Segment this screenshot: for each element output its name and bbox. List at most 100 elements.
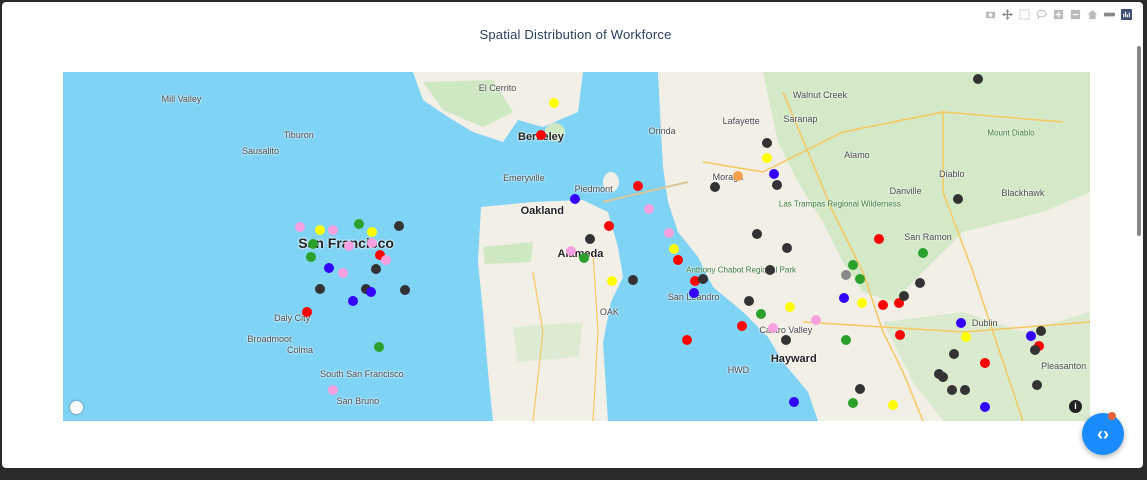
scatter-point[interactable] [953,193,964,204]
scatter-point[interactable] [771,179,782,190]
scatter-point[interactable] [959,385,970,396]
scatter-point[interactable] [327,385,338,396]
scatter-point[interactable] [688,287,699,298]
scatter-point[interactable] [751,228,762,239]
scatter-point[interactable] [400,284,411,295]
scatter-point[interactable] [811,315,822,326]
scatter-point[interactable] [1032,379,1043,390]
notification-badge [1108,412,1116,420]
scatter-point[interactable] [549,97,560,108]
scatter-point[interactable] [672,255,683,266]
scatter-point[interactable] [743,295,754,306]
scatter-point[interactable] [961,331,972,342]
scatter-point[interactable] [584,234,595,245]
map-attribution-icon[interactable] [70,401,83,414]
scatter-point[interactable] [305,251,316,262]
scatter-point[interactable] [838,293,849,304]
scatter-point[interactable] [767,323,778,333]
scatter-point[interactable] [371,263,382,274]
scatter-point[interactable] [878,300,889,311]
scrollbar[interactable] [1137,46,1141,236]
scatter-point[interactable] [899,291,910,302]
scatter-point[interactable] [946,385,957,396]
scatter-point[interactable] [314,283,325,294]
scatter-point[interactable] [343,240,354,251]
scatter-point[interactable] [848,259,858,270]
scatter-point[interactable] [709,181,720,192]
code-toggle-button[interactable]: ‹› [1082,413,1124,455]
scatter-point[interactable] [607,275,618,286]
scatter-point[interactable] [367,237,378,248]
scatter-point[interactable] [367,226,378,237]
scatter-point[interactable] [973,73,984,84]
scatter-point[interactable] [784,302,795,313]
scatter-point[interactable] [570,193,581,204]
scatter-point[interactable] [535,130,546,141]
scatter-point[interactable] [314,224,325,235]
scatter-point[interactable] [604,221,615,232]
scatter-point[interactable] [338,268,349,279]
scatter-point[interactable] [857,297,868,308]
scatter-point[interactable] [663,227,674,238]
scatter-point[interactable] [668,244,679,255]
scatter-point[interactable] [366,286,377,297]
scatter-point[interactable] [765,265,776,276]
scatter-point[interactable] [308,238,319,249]
scatter-point[interactable] [979,358,990,369]
zoom-out-icon[interactable] [1069,8,1082,21]
zoom-in-icon[interactable] [1052,8,1065,21]
scatter-point[interactable] [380,255,391,266]
scatter-point[interactable] [579,252,590,263]
info-icon[interactable]: i [1069,400,1082,413]
scatter-point[interactable] [1029,344,1040,355]
scatter-point[interactable] [301,306,312,317]
home-icon[interactable] [1086,8,1099,21]
scatter-point[interactable] [887,399,898,410]
scatter-point[interactable] [917,247,928,258]
scatter-point[interactable] [854,384,865,395]
camera-icon[interactable] [984,8,997,21]
scatter-point[interactable] [737,320,748,331]
scatter-point[interactable] [374,341,384,352]
scatter-point[interactable] [354,219,365,230]
scatter-point[interactable] [1036,326,1047,337]
scatter-point[interactable] [697,273,708,284]
modebar [984,8,1133,21]
scatter-point[interactable] [393,221,404,232]
scatter-point[interactable] [854,273,865,284]
box-select-icon[interactable] [1018,8,1031,21]
scatter-point[interactable] [769,168,779,179]
scatter-point[interactable] [762,153,773,164]
lasso-icon[interactable] [1035,8,1048,21]
scatter-point[interactable] [949,349,960,360]
scatter-point[interactable] [566,246,577,257]
scatter-point[interactable] [841,270,852,281]
scatter-point[interactable] [874,234,885,245]
scatter-point[interactable] [643,203,654,214]
scatter-point[interactable] [682,335,693,346]
scatter-point[interactable] [628,274,639,285]
scatter-point[interactable] [755,308,766,319]
scatter-point[interactable] [979,401,990,412]
scatter-point[interactable] [633,180,644,191]
plotly-logo-icon[interactable] [1120,8,1133,21]
scatter-point[interactable] [323,262,334,273]
scatter-point[interactable] [788,397,799,408]
scatter-point[interactable] [327,224,338,235]
scatter-point[interactable] [915,278,926,289]
scatter-point[interactable] [937,372,948,383]
map-plot[interactable]: Mill Valley Tiburon Sausalito El Cerrito Wal… [63,72,1090,421]
scatter-point[interactable] [841,335,852,346]
pan-icon[interactable] [1001,8,1014,21]
scatter-point[interactable] [848,398,858,409]
scatter-point[interactable] [780,335,791,346]
scatter-point[interactable] [762,138,773,149]
scatter-point[interactable] [295,222,305,233]
scatter-point[interactable] [1025,330,1036,341]
toggle-spike-icon[interactable] [1103,8,1116,21]
scatter-point[interactable] [782,243,793,254]
scatter-point[interactable] [347,295,358,306]
scatter-point[interactable] [733,170,744,181]
scatter-point[interactable] [955,317,966,328]
scatter-point[interactable] [895,329,906,340]
